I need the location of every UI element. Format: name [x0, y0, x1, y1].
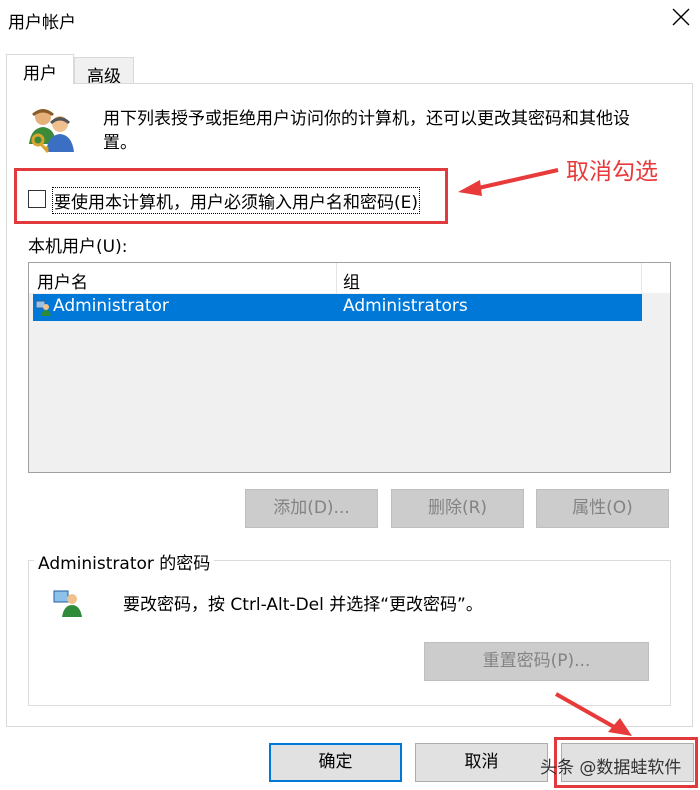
password-user-icon — [52, 588, 86, 618]
cell-group: Administrators — [343, 296, 468, 316]
list-scrollbar[interactable] — [641, 263, 670, 293]
annotation-arrow-icon — [452, 160, 562, 204]
list-header: 用户名 组 — [29, 263, 641, 293]
ok-button[interactable]: 确定 — [269, 743, 402, 782]
column-divider[interactable] — [336, 263, 337, 293]
password-groupbox — [28, 560, 671, 706]
description-text: 用下列表授予或拒绝用户访问你的计算机，还可以更改其密码和其他设置。 — [103, 109, 630, 153]
table-row[interactable]: Administrator Administrators — [33, 294, 642, 321]
annotation-text: 取消勾选 — [566, 159, 658, 185]
annotation-highlight-checkbox — [14, 168, 448, 224]
cancel-button[interactable]: 取消 — [415, 743, 548, 782]
user-icon — [35, 299, 53, 317]
tab-advanced[interactable]: 高级 — [74, 57, 134, 87]
users-list[interactable]: 用户名 组 Administrator Administrators — [28, 262, 671, 473]
password-instructions: 要改密码，按 Ctrl-Alt-Del 并选择“更改密码”。 — [123, 595, 483, 615]
users-icon — [26, 104, 78, 156]
local-users-label: 本机用户(U): — [28, 237, 128, 257]
close-icon[interactable] — [668, 4, 694, 30]
tab-users[interactable]: 用户 — [6, 54, 74, 84]
cell-username: Administrator — [53, 296, 169, 316]
watermark: 头条 @数据蛙软件 — [540, 758, 682, 778]
column-header-username[interactable]: 用户名 — [37, 268, 88, 293]
remove-user-button[interactable]: 删除(R) — [391, 489, 524, 528]
reset-password-button[interactable]: 重置密码(P)... — [424, 642, 649, 681]
add-user-button[interactable]: 添加(D)... — [245, 489, 378, 528]
annotation-arrow-down-icon — [552, 690, 642, 744]
properties-button[interactable]: 属性(O) — [536, 489, 669, 528]
window-title: 用户帐户 — [8, 13, 76, 33]
column-header-group[interactable]: 组 — [343, 268, 360, 293]
password-group-title: Administrator 的密码 — [34, 549, 215, 574]
